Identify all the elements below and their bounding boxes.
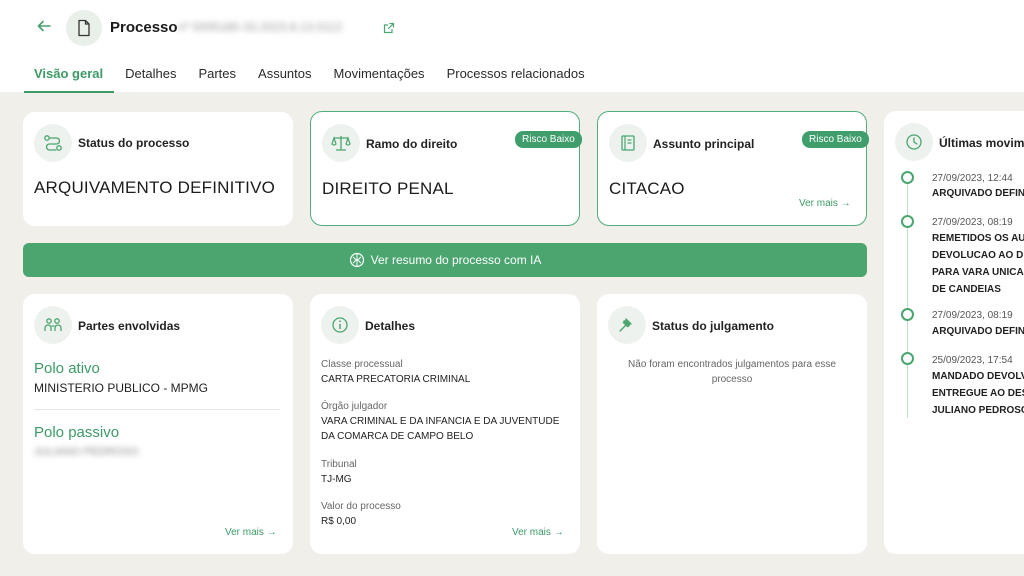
assunto-card: Assunto principal Risco Baixo CITACAO Ve…	[597, 111, 869, 226]
tab-detalhes[interactable]: Detalhes	[114, 66, 187, 93]
page-header: Processo nº 5005180-33.2023.8.13.0112 Vi…	[0, 0, 1024, 93]
empty-message-line1: Não foram encontrados julgamentos para e…	[628, 359, 836, 370]
movimento-date: 27/09/2023, 08:19	[932, 217, 1013, 228]
status-card-title: Status do processo	[78, 136, 190, 150]
ver-mais-label: Ver mais	[225, 527, 264, 538]
ai-summary-label: Ver resumo do processo com IA	[370, 253, 542, 267]
movimento-text: ARQUIVADO DEFIN	[932, 323, 1024, 340]
tab-assuntos[interactable]: Assuntos	[247, 66, 322, 93]
movimento-line: MANDADO DEVOLV	[932, 371, 1024, 382]
assunto-value: CITACAO	[609, 179, 685, 198]
timeline-dot	[901, 215, 914, 228]
timeline-line	[907, 178, 908, 418]
route-icon	[34, 124, 72, 162]
movimento-line: DE CANDEIAS	[932, 284, 1001, 295]
movimentos-card-title: Últimas movime	[939, 136, 1024, 150]
partes-card: Partes envolvidas Polo ativo MINISTERIO …	[23, 294, 293, 554]
julgamento-card-title: Status do julgamento	[652, 319, 775, 333]
page-title: Processo	[110, 19, 178, 36]
external-link-icon[interactable]	[383, 21, 395, 39]
arrow-right-icon: →	[840, 198, 851, 209]
ver-mais-label: Ver mais	[512, 527, 551, 538]
movimento-line: ENTREGUE AO DES	[932, 388, 1024, 399]
movimento-line: ARQUIVADO DEFIN	[932, 326, 1024, 337]
movimento-line: DEVOLUCAO AO D	[932, 250, 1024, 261]
timeline-dot	[901, 352, 914, 365]
partes-card-title: Partes envolvidas	[78, 319, 181, 333]
movimento-text: MANDADO DEVOLV ENTREGUE AO DES JULIANO P…	[932, 368, 1024, 419]
movimento-date: 25/09/2023, 17:54	[932, 355, 1013, 366]
detalhes-card-title: Detalhes	[365, 319, 416, 333]
movimento-text: REMETIDOS OS AU DEVOLUCAO AO D PARA VARA…	[932, 230, 1024, 298]
movimento-line: JULIANO PEDROSO	[932, 405, 1024, 416]
valor-label: Valor do processo	[321, 501, 401, 512]
polo-ativo-label: Polo ativo	[34, 360, 100, 377]
arrow-right-icon: →	[553, 527, 564, 538]
status-value: ARQUIVAMENTO DEFINITIVO	[34, 178, 276, 197]
divider	[34, 409, 280, 410]
polo-passivo-value: JULIANO PEDROSO	[34, 446, 139, 458]
ramo-card-title: Ramo do direito	[366, 137, 458, 151]
gavel-icon	[608, 306, 646, 344]
assunto-card-title: Assunto principal	[653, 137, 755, 151]
scales-icon	[322, 124, 360, 162]
julgamento-card: Status do julgamento Não foram encontrad…	[597, 294, 867, 554]
clock-icon	[895, 123, 933, 161]
status-card: Status do processo ARQUIVAMENTO DEFINITI…	[23, 112, 293, 226]
ver-mais-label: Ver mais	[799, 198, 838, 209]
movimento-line: REMETIDOS OS AU	[932, 233, 1024, 244]
book-icon	[609, 124, 647, 162]
movimento-line: PARA VARA UNICA	[932, 267, 1024, 278]
tab-movimentacoes[interactable]: Movimentações	[323, 66, 436, 93]
risk-badge: Risco Baixo	[515, 131, 582, 148]
ramo-value: DIREITO PENAL	[322, 179, 454, 198]
tab-processos-relacionados[interactable]: Processos relacionados	[436, 66, 596, 93]
tab-bar: Visão geral Detalhes Partes Assuntos Mov…	[24, 66, 596, 93]
polo-ativo-value: MINISTERIO PUBLICO - MPMG	[34, 381, 209, 395]
ai-summary-button[interactable]: Ver resumo do processo com IA	[23, 243, 867, 277]
polo-passivo-label: Polo passivo	[34, 424, 120, 441]
orgao-value-line1: VARA CRIMINAL E DA INFANCIA E DA JUVENTU…	[321, 416, 560, 427]
tribunal-value: TJ-MG	[321, 474, 352, 485]
ver-mais-link[interactable]: Ver mais →	[799, 198, 851, 209]
empty-message-line2: processo	[711, 374, 753, 385]
process-number: nº 5005180-33.2023.8.13.0112	[178, 20, 343, 34]
info-icon	[321, 306, 359, 344]
classe-label: Classe processual	[321, 359, 403, 370]
ramo-card: Ramo do direito Risco Baixo DIREITO PENA…	[310, 111, 582, 226]
ver-mais-link[interactable]: Ver mais →	[512, 527, 564, 538]
movimento-text: ARQUIVADO DEFIN	[932, 185, 1024, 202]
orgao-label: Órgão julgador	[321, 401, 388, 412]
movimento-line: ARQUIVADO DEFIN	[932, 188, 1024, 199]
classe-value: CARTA PRECATORIA CRIMINAL	[321, 374, 471, 385]
tribunal-label: Tribunal	[321, 459, 357, 470]
movimento-date: 27/09/2023, 12:44	[932, 173, 1013, 184]
tab-partes[interactable]: Partes	[187, 66, 247, 93]
ver-mais-link[interactable]: Ver mais →	[225, 527, 277, 538]
arrow-right-icon: →	[266, 527, 277, 538]
movimento-date: 27/09/2023, 08:19	[932, 310, 1013, 321]
valor-value: R$ 0,00	[321, 516, 357, 527]
risk-badge: Risco Baixo	[802, 131, 869, 148]
back-arrow-icon[interactable]	[36, 18, 52, 38]
orgao-value-line2: DA COMARCA DE CAMPO BELO	[321, 431, 474, 442]
timeline-dot	[901, 171, 914, 184]
people-icon	[34, 306, 72, 344]
detalhes-card: Detalhes Classe processual CARTA PRECATO…	[310, 294, 580, 554]
ai-brain-icon	[349, 252, 365, 268]
tab-visao-geral[interactable]: Visão geral	[24, 66, 115, 93]
timeline-dot	[901, 308, 914, 321]
file-icon	[66, 10, 102, 46]
